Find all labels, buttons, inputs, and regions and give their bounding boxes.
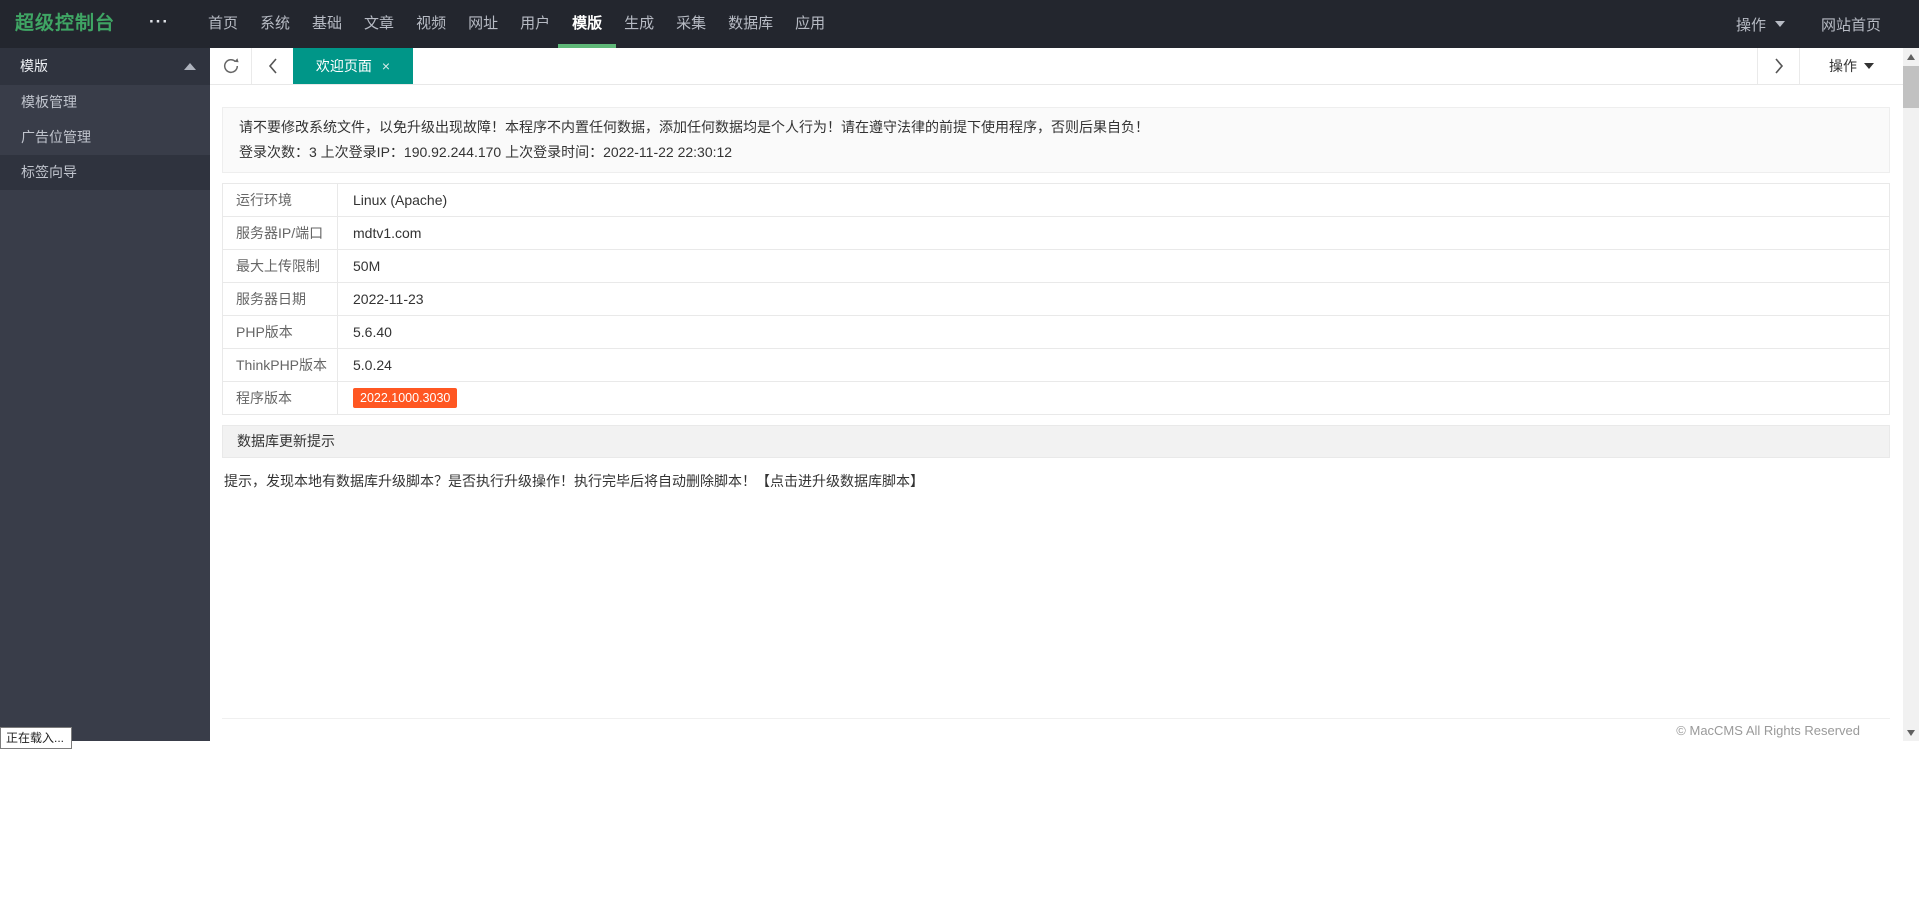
tabbar-spacer bbox=[413, 48, 1757, 84]
nav-item[interactable]: 网址 bbox=[457, 0, 509, 48]
row-label: 服务器IP/端口 bbox=[222, 216, 338, 250]
db-tip-text: 提示，发现本地有数据库升级脚本？是否执行升级操作！执行完毕后将自动删除脚本！ bbox=[224, 473, 756, 489]
tab-action-dropdown[interactable]: 操作 bbox=[1800, 48, 1903, 84]
sidebar-item[interactable]: 模板管理 bbox=[0, 85, 210, 120]
sidebar-group-label: 模版 bbox=[20, 58, 48, 74]
tab-bar: 欢迎页面 × 操作 bbox=[210, 48, 1903, 85]
table-row: 程序版本 2022.1000.3030 bbox=[222, 381, 1890, 415]
sidebar-group-header[interactable]: 模版 bbox=[0, 48, 210, 85]
row-value: 5.0.24 bbox=[337, 348, 1890, 382]
db-update-tip: 提示，发现本地有数据库升级脚本？是否执行升级操作！执行完毕后将自动删除脚本！【点… bbox=[224, 471, 1888, 491]
table-row: 最大上传限制 50M bbox=[222, 249, 1890, 283]
row-value-text: 5.6.40 bbox=[353, 324, 392, 340]
refresh-icon bbox=[223, 58, 239, 74]
scroll-tabs-right-button[interactable] bbox=[1758, 48, 1799, 84]
row-value: Linux (Apache) bbox=[337, 183, 1890, 217]
scroll-up-icon bbox=[1907, 53, 1915, 60]
chevron-up-icon bbox=[184, 63, 196, 70]
copyright-text: © MacCMS All Rights Reserved bbox=[1676, 723, 1860, 738]
db-upgrade-link[interactable]: 【点击进升级数据库脚本】 bbox=[756, 473, 924, 489]
row-value: mdtv1.com bbox=[337, 216, 1890, 250]
welcome-content: 请不要修改系统文件，以免升级出现故障！本程序不内置任何数据，添加任何数据均是个人… bbox=[210, 85, 1903, 741]
notice-line-2: 登录次数：3 上次登录IP：190.92.244.170 上次登录时间：2022… bbox=[239, 144, 733, 160]
nav-item[interactable]: 模版 bbox=[558, 0, 617, 48]
main-nav: 首页 系统 基础 文章 视频 网址 用户 模版 生成 采集 数据库 应用 bbox=[197, 0, 836, 48]
close-icon[interactable]: × bbox=[382, 59, 390, 73]
site-home-link[interactable]: 网站首页 bbox=[1821, 14, 1881, 35]
chevron-down-icon bbox=[1774, 21, 1785, 27]
tab-welcome-page[interactable]: 欢迎页面 × bbox=[293, 48, 413, 84]
row-label: 最大上传限制 bbox=[222, 249, 338, 283]
db-update-section-header: 数据库更新提示 bbox=[222, 425, 1890, 458]
nav-item[interactable]: 采集 bbox=[665, 0, 717, 48]
chevron-down-icon bbox=[1864, 63, 1874, 69]
scroll-tabs-left-button[interactable] bbox=[252, 48, 293, 84]
row-label: 服务器日期 bbox=[222, 282, 338, 316]
chevron-right-icon bbox=[1774, 58, 1783, 74]
status-tooltip: 正在载入... bbox=[0, 727, 73, 749]
top-navbar: 超级控制台 ··· 首页 系统 基础 文章 视频 网址 用户 模版 生成 采集 … bbox=[0, 0, 1919, 48]
row-value: 2022.1000.3030 bbox=[337, 381, 1890, 415]
row-value-text: mdtv1.com bbox=[353, 225, 422, 241]
scroll-down-icon bbox=[1907, 729, 1915, 736]
nav-item[interactable]: 视频 bbox=[405, 0, 457, 48]
scrollbar-up-button[interactable] bbox=[1903, 48, 1919, 65]
row-label: PHP版本 bbox=[222, 315, 338, 349]
navbar-action-dropdown[interactable]: 操作 bbox=[1736, 14, 1785, 35]
row-value-text: Linux (Apache) bbox=[353, 192, 448, 208]
sidebar-menu: 模板管理 广告位管理 标签向导 bbox=[0, 85, 210, 190]
table-row: 服务器IP/端口 mdtv1.com bbox=[222, 216, 1890, 250]
scrollbar-down-button[interactable] bbox=[1903, 724, 1919, 741]
version-badge: 2022.1000.3030 bbox=[353, 387, 458, 409]
row-label: ThinkPHP版本 bbox=[222, 348, 338, 382]
navbar-right: 操作 网站首页 bbox=[1736, 0, 1881, 48]
row-label: 运行环境 bbox=[222, 183, 338, 217]
app-logo: 超级控制台 bbox=[15, 13, 116, 34]
navbar-action-label: 操作 bbox=[1735, 16, 1766, 34]
row-value: 50M bbox=[337, 249, 1890, 283]
sidebar: 模版 模板管理 广告位管理 标签向导 bbox=[0, 48, 210, 741]
scrollbar-thumb[interactable] bbox=[1903, 66, 1919, 108]
chevron-left-icon bbox=[268, 58, 277, 74]
row-label: 程序版本 bbox=[222, 381, 338, 415]
tab-action-label: 操作 bbox=[1829, 58, 1857, 74]
table-row: 运行环境 Linux (Apache) bbox=[222, 183, 1890, 217]
sidebar-item[interactable]: 标签向导 bbox=[0, 155, 210, 190]
nav-item[interactable]: 生成 bbox=[613, 0, 665, 48]
notice-line-1: 请不要修改系统文件，以免升级出现故障！本程序不内置任何数据，添加任何数据均是个人… bbox=[239, 119, 1149, 135]
refresh-button[interactable] bbox=[210, 48, 251, 84]
nav-item[interactable]: 系统 bbox=[249, 0, 301, 48]
table-row: PHP版本 5.6.40 bbox=[222, 315, 1890, 349]
table-row: ThinkPHP版本 5.0.24 bbox=[222, 348, 1890, 382]
admin-console-page: 超级控制台 ··· 首页 系统 基础 文章 视频 网址 用户 模版 生成 采集 … bbox=[0, 0, 1919, 900]
sidebar-item[interactable]: 广告位管理 bbox=[0, 120, 210, 155]
server-info-table: 运行环境 Linux (Apache) 服务器IP/端口 mdtv1.com 最… bbox=[222, 183, 1890, 415]
system-notice: 请不要修改系统文件，以免升级出现故障！本程序不内置任何数据，添加任何数据均是个人… bbox=[222, 107, 1890, 173]
footer: © MacCMS All Rights Reserved bbox=[222, 718, 1890, 741]
row-value-text: 5.0.24 bbox=[353, 357, 392, 373]
row-value: 5.6.40 bbox=[337, 315, 1890, 349]
nav-more-icon[interactable]: ··· bbox=[149, 0, 169, 48]
main-panel: 欢迎页面 × 操作 请不要修改系统文件，以免升级出现故障！本程序不内置任何数据，… bbox=[210, 48, 1903, 741]
row-value-text: 2022-11-23 bbox=[353, 291, 424, 307]
nav-item[interactable]: 数据库 bbox=[717, 0, 784, 48]
vertical-scrollbar[interactable] bbox=[1903, 48, 1919, 741]
row-value-text: 50M bbox=[353, 258, 381, 274]
table-row: 服务器日期 2022-11-23 bbox=[222, 282, 1890, 316]
row-value: 2022-11-23 bbox=[337, 282, 1890, 316]
nav-item[interactable]: 用户 bbox=[509, 0, 561, 48]
nav-item[interactable]: 首页 bbox=[197, 0, 249, 48]
nav-item[interactable]: 应用 bbox=[784, 0, 836, 48]
tab-label: 欢迎页面 bbox=[315, 58, 372, 74]
nav-item[interactable]: 基础 bbox=[301, 0, 353, 48]
nav-item[interactable]: 文章 bbox=[353, 0, 405, 48]
